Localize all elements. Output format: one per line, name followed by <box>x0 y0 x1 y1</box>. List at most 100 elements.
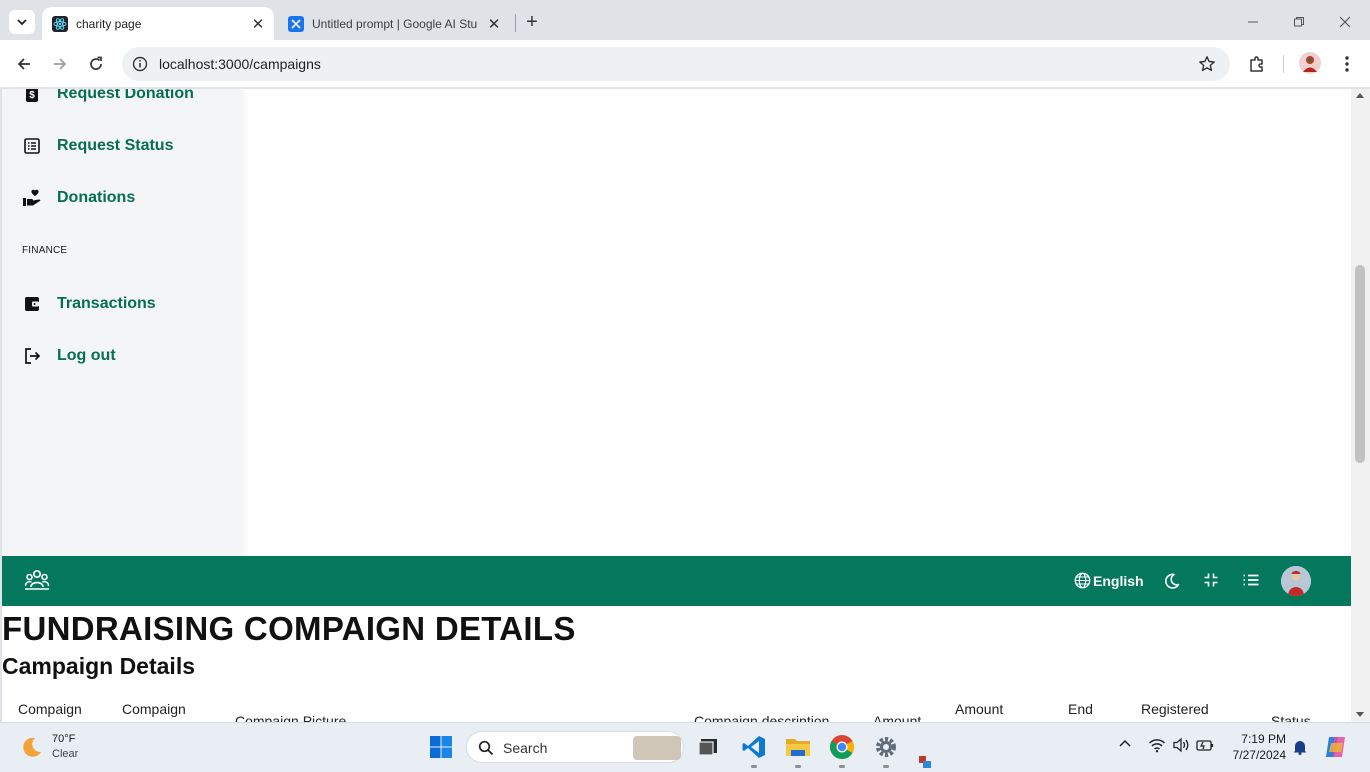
tab-separator <box>515 14 516 32</box>
gear-icon <box>876 737 896 757</box>
search-highlight-image <box>633 736 681 760</box>
language-selector[interactable]: English <box>1074 572 1144 589</box>
taskbar-app-chrome[interactable] <box>828 733 856 768</box>
puzzle-icon <box>1250 56 1263 72</box>
chevron-down-icon <box>17 19 27 26</box>
taskbar-app-task-view[interactable] <box>694 733 722 761</box>
forward-button[interactable] <box>48 52 72 76</box>
browser-menu-button[interactable] <box>1336 53 1358 75</box>
app-header: English <box>2 556 1351 606</box>
page-viewport: $ Request Donation Request Status Donati… <box>2 89 1351 722</box>
tab-google-ai-studio[interactable]: Untitled prompt | Google AI Stu ✕ <box>280 7 510 40</box>
dark-mode-toggle[interactable] <box>1163 572 1181 590</box>
user-avatar[interactable] <box>1281 566 1311 596</box>
vscode-icon <box>742 736 765 758</box>
address-bar[interactable]: localhost:3000/campaigns <box>122 47 1230 81</box>
reload-button[interactable] <box>84 52 108 76</box>
tab-search-button[interactable] <box>9 10 35 34</box>
task-view-icon <box>698 739 717 756</box>
sidebar-item-transactions[interactable]: Transactions <box>22 290 156 318</box>
back-button[interactable] <box>12 52 36 76</box>
taskbar-app-vscode[interactable] <box>740 733 768 768</box>
sidebar-item-request-status[interactable]: Request Status <box>22 132 173 160</box>
column-header: Status <box>1271 713 1311 722</box>
dollar-doc-icon: $ <box>22 89 42 104</box>
taskbar-app-file-explorer[interactable] <box>784 733 812 768</box>
running-indicator <box>883 765 889 768</box>
sidebar-item-label: Donations <box>57 189 136 206</box>
reload-icon <box>90 56 102 70</box>
sidebar-item-request-donation[interactable]: $ Request Donation <box>22 89 194 108</box>
close-tab-icon[interactable]: ✕ <box>484 14 504 34</box>
arrow-left-icon <box>17 58 30 70</box>
minimize-button[interactable] <box>1238 10 1268 34</box>
chrome-icon <box>829 735 855 760</box>
sidebar-section-heading: FINANCE <box>22 245 68 256</box>
show-hidden-icons-button[interactable] <box>1118 737 1132 751</box>
taskbar-app-small[interactable] <box>916 753 934 771</box>
moon-icon <box>1165 573 1180 589</box>
copilot-icon[interactable] <box>1323 734 1349 760</box>
page-scrollbar[interactable] <box>1351 89 1370 722</box>
globe-icon <box>1074 572 1091 589</box>
notification-bell-icon[interactable] <box>1292 739 1308 755</box>
system-clock[interactable]: 7:19 PM 7/27/2024 <box>1226 731 1286 763</box>
scroll-down-arrow-icon[interactable] <box>1356 712 1364 717</box>
clock-time: 7:19 PM <box>1241 732 1286 746</box>
app-badge-icon <box>919 756 931 768</box>
search-icon <box>478 740 494 756</box>
clock-date: 7/27/2024 <box>1232 748 1286 762</box>
os-taskbar: 70°F Clear Search 7:19 PM 7/27/2024 <box>0 722 1370 772</box>
running-indicator <box>839 765 845 768</box>
site-info-icon[interactable] <box>132 56 148 72</box>
charity-logo-icon[interactable] <box>24 569 50 591</box>
sidebar-item-label: Transactions <box>57 295 156 312</box>
start-button[interactable] <box>427 733 455 761</box>
running-indicator <box>751 765 757 768</box>
tab-title: Untitled prompt | Google AI Stu <box>312 16 478 31</box>
search-placeholder: Search <box>503 740 548 756</box>
arrow-right-icon <box>54 58 67 70</box>
svg-text:$: $ <box>29 90 35 101</box>
scrollbar-thumb[interactable] <box>1355 265 1365 463</box>
column-header: Amount <box>955 701 1004 717</box>
tab-title: charity page <box>76 16 142 31</box>
profile-avatar[interactable] <box>1298 51 1322 75</box>
taskbar-app-settings[interactable] <box>872 733 900 768</box>
wifi-icon[interactable] <box>1148 737 1166 753</box>
extensions-button[interactable] <box>1246 53 1268 75</box>
running-indicator <box>795 765 801 768</box>
column-header: Amount <box>873 713 922 722</box>
column-header: Compaign description <box>694 713 830 722</box>
volume-icon[interactable] <box>1172 737 1190 753</box>
menu-list-button[interactable] <box>1242 572 1260 588</box>
list-doc-icon <box>22 136 42 156</box>
close-window-button[interactable] <box>1330 10 1360 34</box>
scroll-up-arrow-icon[interactable] <box>1356 93 1364 98</box>
more-vertical-icon <box>1345 56 1349 72</box>
toolbar-separator <box>1283 55 1284 73</box>
hand-heart-icon <box>22 188 42 208</box>
url-text[interactable]: localhost:3000/campaigns <box>159 56 321 72</box>
sidebar-item-label: Log out <box>57 347 116 364</box>
ai-studio-favicon-icon <box>288 15 304 32</box>
tab-charity-page[interactable]: charity page ✕ <box>42 7 274 40</box>
sidebar-item-logout[interactable]: Log out <box>22 342 116 370</box>
close-tab-icon[interactable]: ✕ <box>248 14 268 34</box>
sidebar-item-label: Request Status <box>57 137 174 154</box>
bookmark-star-icon[interactable] <box>1198 55 1216 73</box>
column-header: Compaign Picture <box>235 713 347 722</box>
restore-button[interactable] <box>1284 10 1314 34</box>
weather-widget[interactable]: 70°F Clear <box>20 732 78 762</box>
column-header: Compaign <box>18 701 82 717</box>
sidebar-item-donations[interactable]: Donations <box>22 184 135 212</box>
new-tab-button[interactable]: + <box>521 12 543 34</box>
page-title: FUNDRAISING COMPAIGN DETAILS <box>2 610 576 647</box>
battery-icon[interactable] <box>1196 737 1214 753</box>
taskbar-search[interactable]: Search <box>466 731 684 763</box>
react-favicon-icon <box>52 15 68 32</box>
browser-tab-bar: charity page ✕ Untitled prompt | Google … <box>0 0 1370 44</box>
exit-fullscreen-button[interactable] <box>1203 572 1219 588</box>
collapse-icon <box>1204 573 1218 587</box>
column-header: End <box>1068 701 1093 717</box>
